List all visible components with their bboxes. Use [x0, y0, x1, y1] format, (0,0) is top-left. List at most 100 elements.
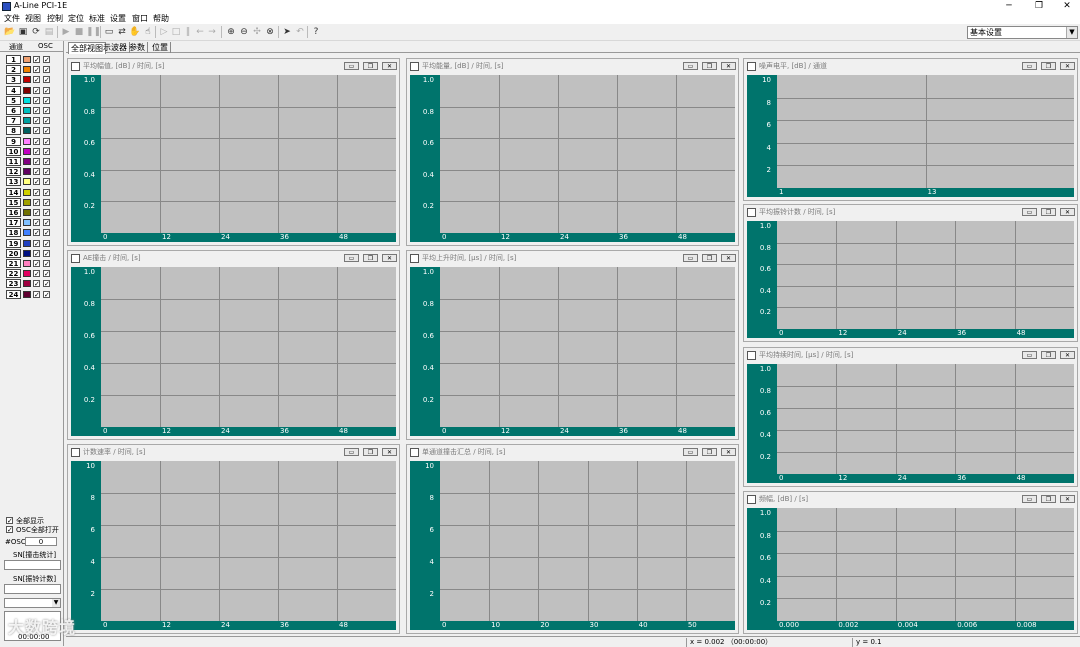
- restore-icon[interactable]: ❐: [1041, 62, 1056, 70]
- channel-osc-checkbox[interactable]: ✓: [43, 239, 50, 247]
- pan-icon[interactable]: ✣: [251, 26, 263, 38]
- osc-pause-icon[interactable]: ‖: [182, 26, 194, 38]
- keyboard-icon[interactable]: ▭: [103, 26, 115, 38]
- channel-osc-checkbox[interactable]: ✓: [43, 290, 50, 298]
- restore-icon[interactable]: ❐: [702, 448, 717, 456]
- channel-color-swatch[interactable]: [23, 249, 31, 257]
- undo-icon[interactable]: ↶: [294, 26, 306, 38]
- channel-color-swatch[interactable]: [23, 260, 31, 267]
- chart-panel[interactable]: 平均持续时间, [µs] / 时间, [s] ▭ ❐ ✕ 1.0 0.8 0.6 0.4 0.2…: [743, 347, 1078, 487]
- channel-visible-checkbox[interactable]: ✓: [33, 280, 40, 288]
- channel-row[interactable]: 9 ✓ ✓: [3, 136, 61, 146]
- channel-color-swatch[interactable]: [23, 56, 31, 63]
- channel-row[interactable]: 12 ✓ ✓: [3, 167, 61, 177]
- channel-osc-checkbox[interactable]: ✓: [43, 107, 50, 115]
- channel-color-swatch[interactable]: [23, 198, 31, 206]
- channel-osc-checkbox[interactable]: ✓: [43, 280, 50, 288]
- channel-dropdown[interactable]: ▼: [4, 598, 61, 608]
- osc-all-open-checkbox[interactable]: ✓: [6, 526, 13, 534]
- channel-color-swatch[interactable]: [23, 229, 31, 237]
- show-all-checkbox[interactable]: ✓: [6, 517, 13, 525]
- plot-canvas[interactable]: 1.0 0.8 0.6 0.4 0.2 0 12 24 36 48: [747, 221, 1074, 338]
- restore-icon[interactable]: ❐: [702, 62, 717, 70]
- chart-panel[interactable]: 平均幅值, [dB] / 时间, [s] ▭ ❐ ✕ 1.0 0.8 0.6 0.4 0.2 0 1…: [67, 58, 400, 246]
- restore-icon[interactable]: ❐: [1041, 351, 1056, 359]
- restore-icon[interactable]: ❐: [702, 254, 717, 262]
- channel-visible-checkbox[interactable]: ✓: [33, 158, 40, 166]
- channel-color-swatch[interactable]: [23, 219, 31, 227]
- minimize-icon[interactable]: ▭: [683, 448, 698, 456]
- channel-color-swatch[interactable]: [23, 290, 31, 298]
- minimize-icon[interactable]: ▭: [344, 448, 359, 456]
- minimize-icon[interactable]: ▭: [683, 62, 698, 70]
- osc-prev-icon[interactable]: ←: [194, 26, 206, 38]
- channel-color-swatch[interactable]: [23, 270, 31, 278]
- save-icon[interactable]: ▣: [17, 26, 29, 38]
- close-icon[interactable]: ✕: [382, 448, 397, 456]
- channel-row[interactable]: 3 ✓ ✓: [3, 75, 61, 85]
- channel-visible-checkbox[interactable]: ✓: [33, 117, 40, 125]
- channel-visible-checkbox[interactable]: ✓: [33, 229, 40, 237]
- restore-icon[interactable]: ❐: [363, 62, 378, 70]
- channel-row[interactable]: 10 ✓ ✓: [3, 146, 61, 156]
- restore-icon[interactable]: ❐: [363, 448, 378, 456]
- channel-color-swatch[interactable]: [23, 66, 31, 74]
- hand-active-icon[interactable]: ☝: [142, 26, 154, 38]
- transfer-icon[interactable]: ⇄: [116, 26, 128, 38]
- plot-canvas[interactable]: 1.0 0.8 0.6 0.4 0.2 0 12 24 36 48: [410, 75, 735, 242]
- channel-osc-checkbox[interactable]: ✓: [43, 249, 50, 257]
- channel-osc-checkbox[interactable]: ✓: [43, 117, 50, 125]
- channel-row[interactable]: 15 ✓ ✓: [3, 197, 61, 207]
- channel-visible-checkbox[interactable]: ✓: [33, 137, 40, 145]
- channel-color-swatch[interactable]: [23, 168, 31, 176]
- plot-canvas[interactable]: 10 8 6 4 2 0 12 24 36 48: [71, 461, 396, 630]
- minimize-icon[interactable]: ▭: [1022, 351, 1037, 359]
- channel-row[interactable]: 22 ✓ ✓: [3, 269, 61, 279]
- chevron-down-icon[interactable]: ▼: [1066, 27, 1077, 38]
- channel-osc-checkbox[interactable]: ✓: [43, 86, 50, 94]
- channel-row[interactable]: 16 ✓ ✓: [3, 208, 61, 217]
- channel-visible-checkbox[interactable]: ✓: [33, 260, 40, 268]
- menu-settings[interactable]: 设置: [110, 13, 126, 24]
- hand-icon[interactable]: ✋: [129, 26, 141, 38]
- channel-visible-checkbox[interactable]: ✓: [33, 127, 40, 135]
- channel-row[interactable]: 23 ✓ ✓: [3, 279, 61, 289]
- channel-visible-checkbox[interactable]: ✓: [33, 198, 40, 206]
- channel-osc-checkbox[interactable]: ✓: [43, 158, 50, 166]
- channel-row[interactable]: 11 ✓ ✓: [3, 157, 61, 166]
- menu-view[interactable]: 视图: [25, 13, 41, 24]
- help-icon[interactable]: ?: [310, 26, 322, 38]
- channel-osc-checkbox[interactable]: ✓: [43, 96, 50, 104]
- chart-panel[interactable]: 计数速率 / 时间, [s] ▭ ❐ ✕ 10 8 6 4 2 0 12 24 36 48: [67, 444, 400, 634]
- chart-panel[interactable]: AE撞击 / 时间, [s] ▭ ❐ ✕ 1.0 0.8 0.6 0.4 0.2 0 12 24 36 4…: [67, 250, 400, 440]
- channel-visible-checkbox[interactable]: ✓: [33, 249, 40, 257]
- channel-color-swatch[interactable]: [23, 117, 31, 125]
- minimize-icon[interactable]: ▭: [344, 254, 359, 262]
- channel-color-swatch[interactable]: [23, 86, 31, 94]
- channel-visible-checkbox[interactable]: ✓: [33, 76, 40, 84]
- channel-color-swatch[interactable]: [23, 127, 31, 135]
- channel-row[interactable]: 14 ✓ ✓: [3, 187, 61, 197]
- plot-canvas[interactable]: 1.0 0.8 0.6 0.4 0.2 0 12 24 36 48: [71, 75, 396, 242]
- channel-row[interactable]: 4 ✓ ✓: [3, 85, 61, 95]
- channel-color-swatch[interactable]: [23, 158, 31, 165]
- close-icon[interactable]: ✕: [1060, 62, 1075, 70]
- minimize-icon[interactable]: ▭: [344, 62, 359, 70]
- channel-row[interactable]: 1 ✓ ✓: [3, 55, 61, 64]
- tab-oscilloscope[interactable]: 示波器: [101, 42, 130, 53]
- close-icon[interactable]: ✕: [1060, 351, 1075, 359]
- close-icon[interactable]: ✕: [1060, 495, 1075, 503]
- channel-osc-checkbox[interactable]: ✓: [43, 56, 50, 64]
- channel-row[interactable]: 5 ✓ ✓: [3, 95, 61, 105]
- channel-visible-checkbox[interactable]: ✓: [33, 219, 40, 227]
- channel-visible-checkbox[interactable]: ✓: [33, 168, 40, 176]
- restore-icon[interactable]: ❐: [1041, 495, 1056, 503]
- channel-color-swatch[interactable]: [23, 178, 31, 186]
- channel-visible-checkbox[interactable]: ✓: [33, 96, 40, 104]
- plot-canvas[interactable]: 1.0 0.8 0.6 0.4 0.2 0 12 24 36 48: [747, 364, 1074, 483]
- close-icon[interactable]: ✕: [1060, 208, 1075, 216]
- channel-visible-checkbox[interactable]: ✓: [33, 239, 40, 247]
- plot-canvas[interactable]: 1.0 0.8 0.6 0.4 0.2 0 12 24 36 48: [410, 267, 735, 436]
- chevron-down-icon[interactable]: ▼: [52, 599, 60, 607]
- document-icon[interactable]: ▤: [43, 26, 55, 38]
